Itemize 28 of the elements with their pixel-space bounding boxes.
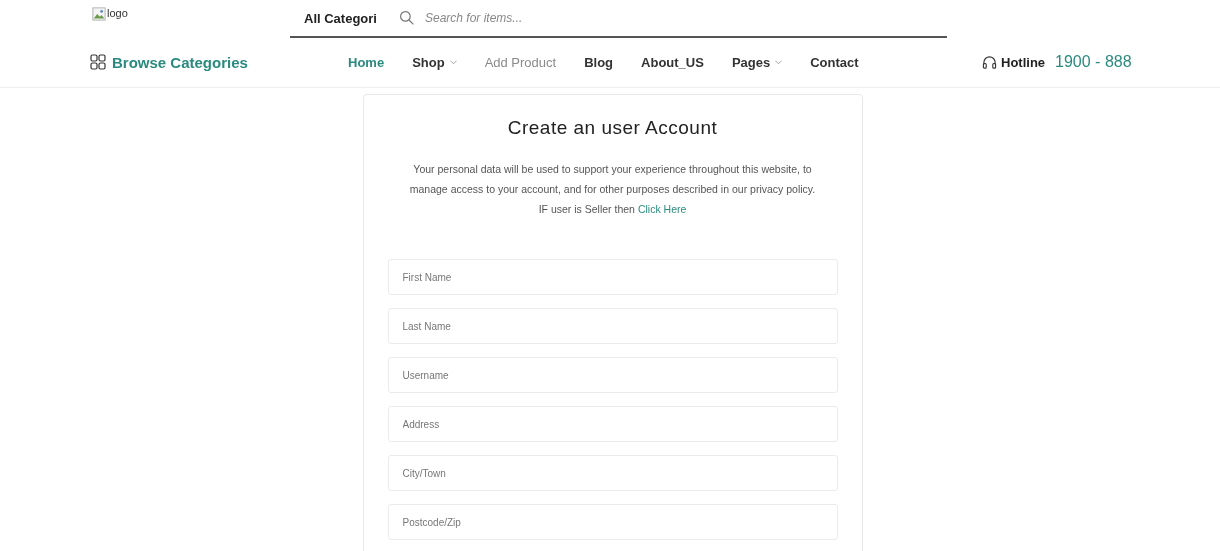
- logo-alt-text: logo: [107, 7, 128, 19]
- broken-image-icon: [92, 7, 106, 21]
- headset-icon: [982, 54, 997, 70]
- form-title: Create an user Account: [506, 117, 719, 139]
- nav-link[interactable]: About_US: [641, 54, 704, 70]
- chevron-down-icon: [449, 59, 457, 65]
- logo-image[interactable]: logo: [92, 7, 290, 21]
- input-field[interactable]: First Name: [387, 259, 838, 295]
- search-icon: [398, 10, 415, 26]
- chevron-down-icon: [775, 59, 783, 65]
- category-select[interactable]: All Categori: [290, 10, 391, 26]
- nav-link[interactable]: Shop: [412, 54, 457, 70]
- input-field[interactable]: Last Name: [387, 308, 838, 344]
- seller-note: IF user is Seller then: [538, 203, 635, 215]
- intro-text: Your personal data will be used to support your experience throughout this website, to manage access to your account, and for other purposes described in our privacy policy.: [408, 162, 817, 197]
- browse-categories-button[interactable]: Browse Categories: [90, 53, 348, 71]
- hotline-number: 1900 - 888: [1055, 53, 1132, 71]
- nav-link[interactable]: Blog: [584, 54, 614, 70]
- input-field[interactable]: Postcode/Zip: [387, 504, 838, 540]
- click-here-link[interactable]: Click Here: [637, 203, 687, 215]
- nav-link[interactable]: Pages: [731, 54, 783, 70]
- input-field[interactable]: Address: [387, 406, 838, 442]
- nav-link[interactable]: Contact: [810, 54, 859, 70]
- input-field[interactable]: Username: [387, 357, 838, 393]
- grid-icon: [90, 54, 106, 70]
- hotline-label: Hotline: [1001, 54, 1046, 70]
- input-field[interactable]: City/Town: [387, 455, 838, 491]
- nav-link[interactable]: Home: [348, 54, 385, 70]
